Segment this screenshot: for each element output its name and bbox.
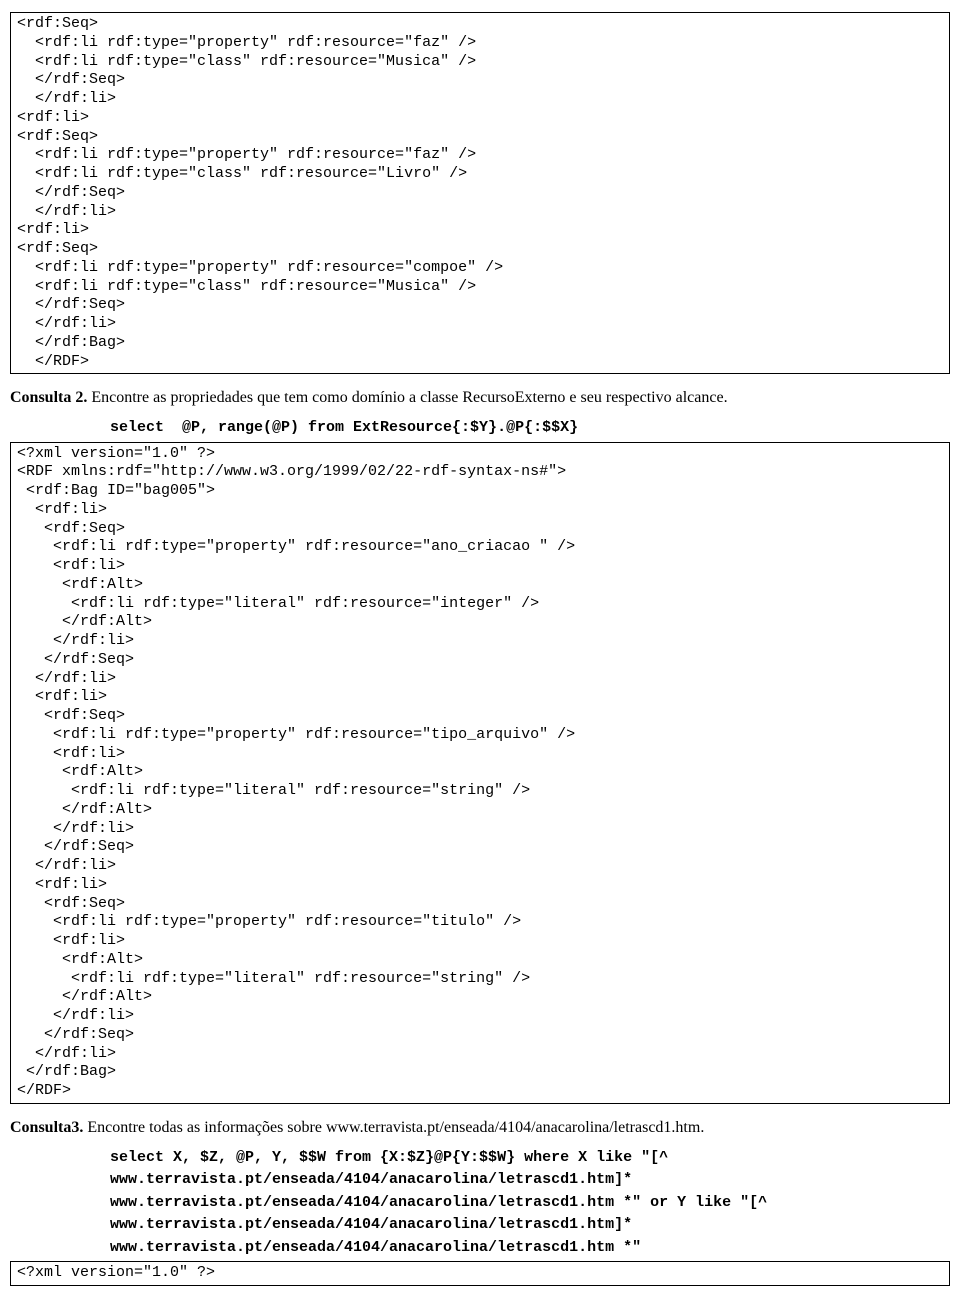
- code-block-3: <?xml version="1.0" ?>: [10, 1261, 950, 1286]
- consulta2-query: select @P, range(@P) from ExtResource{:$…: [110, 417, 950, 440]
- consulta3-label: Consulta3.: [10, 1119, 83, 1136]
- consulta3-text: Encontre todas as informações sobre www.…: [83, 1119, 704, 1136]
- consulta2-text: Encontre as propriedades que tem como do…: [87, 389, 727, 406]
- consulta3-paragraph: Consulta3. Encontre todas as informações…: [10, 1118, 950, 1139]
- code-block-2: <?xml version="1.0" ?> <RDF xmlns:rdf="h…: [10, 442, 950, 1104]
- consulta2-paragraph: Consulta 2. Encontre as propriedades que…: [10, 388, 950, 409]
- consulta3-query: select X, $Z, @P, Y, $$W from {X:$Z}@P{Y…: [110, 1147, 950, 1260]
- code-block-1: <rdf:Seq> <rdf:li rdf:type="property" rd…: [10, 12, 950, 374]
- consulta2-label: Consulta 2.: [10, 389, 87, 406]
